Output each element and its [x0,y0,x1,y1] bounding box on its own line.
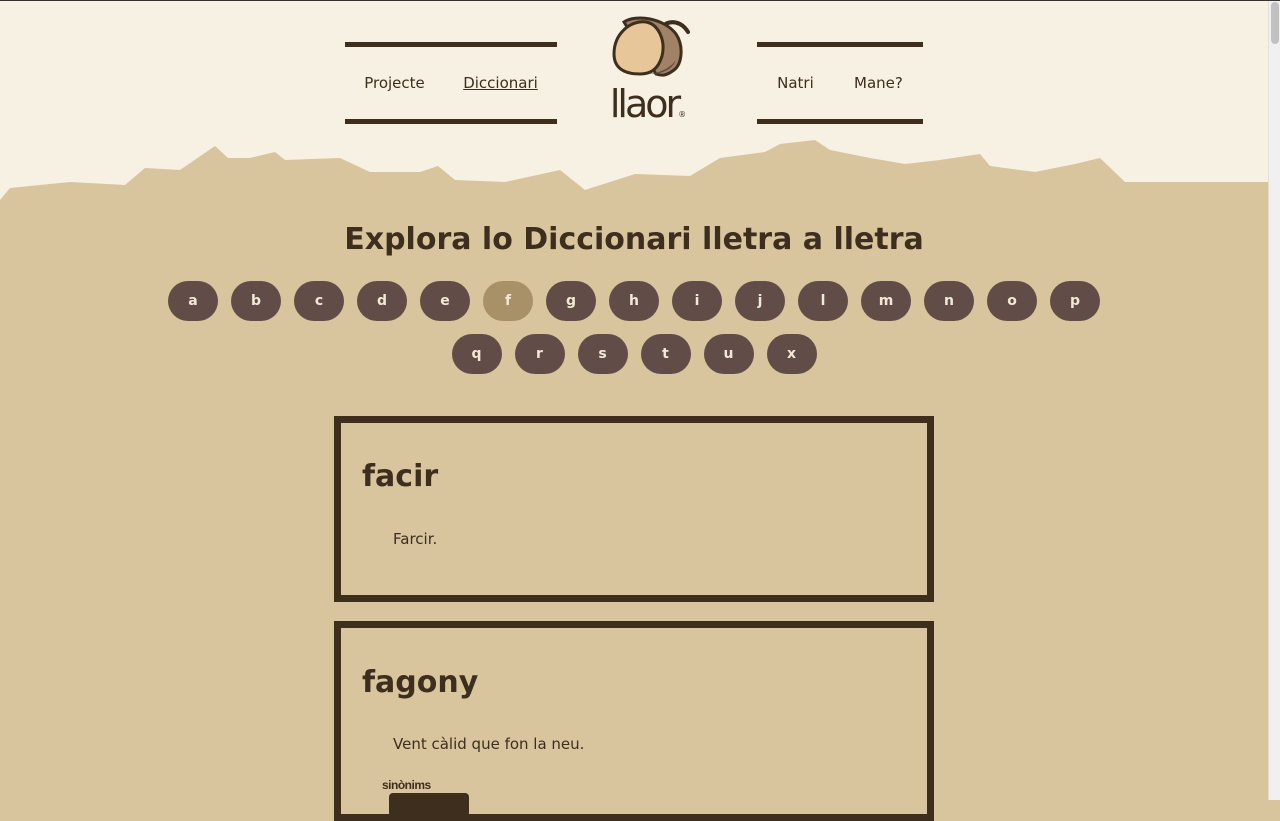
letter-button-t[interactable]: t [640,334,691,374]
entry-definition: Farcir. [393,530,438,548]
scrollbar-thumb[interactable] [1271,2,1279,44]
letter-button-p[interactable]: p [1050,281,1100,321]
letter-button-e[interactable]: e [420,281,470,321]
letter-button-a[interactable]: a [168,281,218,321]
synonyms-label: sinònims [382,778,431,792]
site-header: Projecte Diccionari llaor® Natri Mane? [0,0,1268,220]
letter-button-m[interactable]: m [861,281,911,321]
nav-link-mane[interactable]: Mane? [854,74,903,92]
letter-button-h[interactable]: h [609,281,659,321]
letter-button-o[interactable]: o [987,281,1037,321]
letter-button-j[interactable]: j [735,281,785,321]
mountain-silhouette [0,140,1268,220]
nav-link-projecte[interactable]: Projecte [364,74,425,92]
letter-row-2: q r s t u x [0,334,1268,374]
letter-button-f[interactable]: f [483,281,533,321]
letter-button-n[interactable]: n [924,281,974,321]
nav-left: Projecte Diccionari [345,42,557,124]
dictionary-entry: fagony Vent càlid que fon la neu. sinòni… [334,621,934,821]
letter-button-u[interactable]: u [703,334,754,374]
letter-button-x[interactable]: x [766,334,817,374]
letter-button-s[interactable]: s [577,334,628,374]
logo[interactable]: llaor® [605,16,695,126]
letter-button-g[interactable]: g [546,281,596,321]
letter-button-r[interactable]: r [514,334,565,374]
page-title: Explora lo Diccionari lletra a lletra [344,222,924,257]
scrollbar[interactable] [1268,0,1280,800]
nav-right: Natri Mane? [757,42,923,124]
entry-definition: Vent càlid que fon la neu. [393,735,585,753]
synonym-chip[interactable] [389,793,469,817]
letter-row-1: a b c d e f g h i j l m n o p [0,281,1268,321]
dictionary-entry: facir Farcir. [334,416,934,602]
letter-button-c[interactable]: c [294,281,344,321]
entry-word: facir [362,459,439,494]
nav-link-natri[interactable]: Natri [777,74,814,92]
letter-button-d[interactable]: d [357,281,407,321]
nav-link-diccionari[interactable]: Diccionari [463,74,538,92]
letter-button-b[interactable]: b [231,281,281,321]
acorn-icon [612,16,690,77]
entry-word: fagony [362,665,479,700]
letter-button-q[interactable]: q [451,334,502,374]
logo-wordmark: llaor® [609,82,687,126]
letter-button-i[interactable]: i [672,281,722,321]
letter-button-l[interactable]: l [798,281,848,321]
window-top-border [0,0,1280,1]
